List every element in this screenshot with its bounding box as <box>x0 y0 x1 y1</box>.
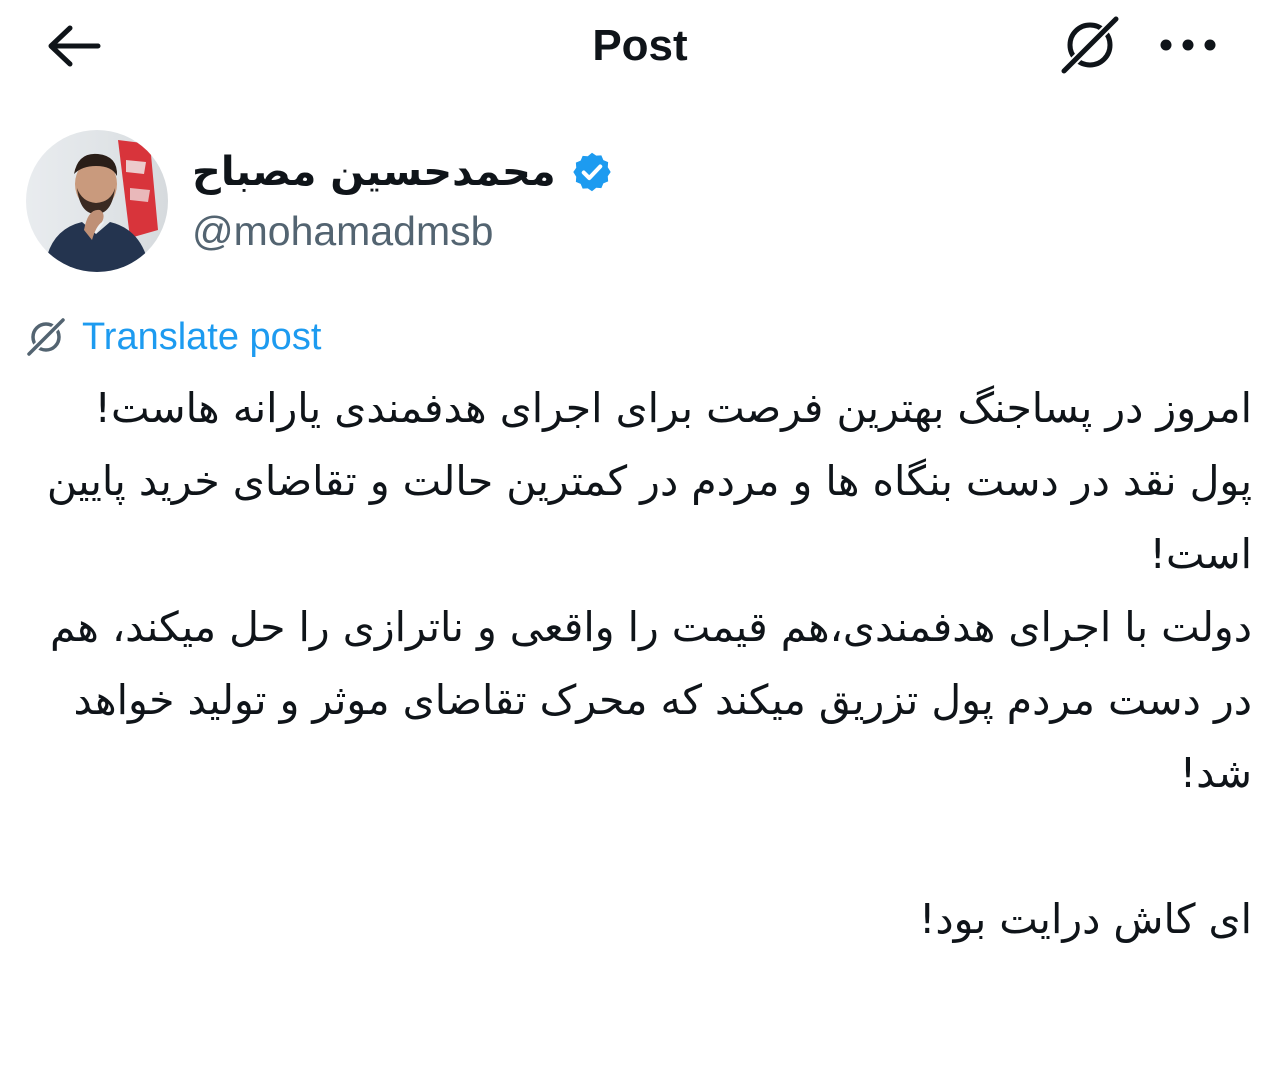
author-display-name[interactable]: محمدحسین مصباح <box>192 149 556 195</box>
avatar[interactable] <box>26 130 168 272</box>
grok-translate-icon <box>24 315 68 359</box>
more-horizontal-icon <box>1160 39 1216 51</box>
post-paragraph: پول نقد در دست بنگاه ها و مردم در کمترین… <box>46 457 1252 578</box>
grok-button[interactable] <box>1054 12 1126 78</box>
post-paragraph: ای کاش درایت بود! <box>918 895 1252 943</box>
post-paragraph-blank <box>24 810 1252 883</box>
avatar-image <box>26 130 168 272</box>
top-bar: Post <box>0 0 1280 92</box>
translate-post-label: Translate post <box>82 315 322 358</box>
author-handle[interactable]: @mohamadmsb <box>192 208 493 255</box>
verified-badge-icon <box>570 150 614 194</box>
translate-post-button[interactable]: Translate post <box>24 312 321 362</box>
post-author: محمدحسین مصباح @mohamadmsb <box>26 130 726 275</box>
grok-icon <box>1059 14 1121 76</box>
post-paragraph: دولت با اجرای هدفمندی،هم قیمت را واقعی و… <box>50 603 1252 797</box>
author-name-row: محمدحسین مصباح <box>192 142 614 202</box>
more-button[interactable] <box>1150 20 1226 70</box>
post-text: امروز در پساجنگ بهترین فرصت برای اجرای ه… <box>24 372 1252 956</box>
post-paragraph: امروز در پساجنگ بهترین فرصت برای اجرای ه… <box>94 384 1252 432</box>
